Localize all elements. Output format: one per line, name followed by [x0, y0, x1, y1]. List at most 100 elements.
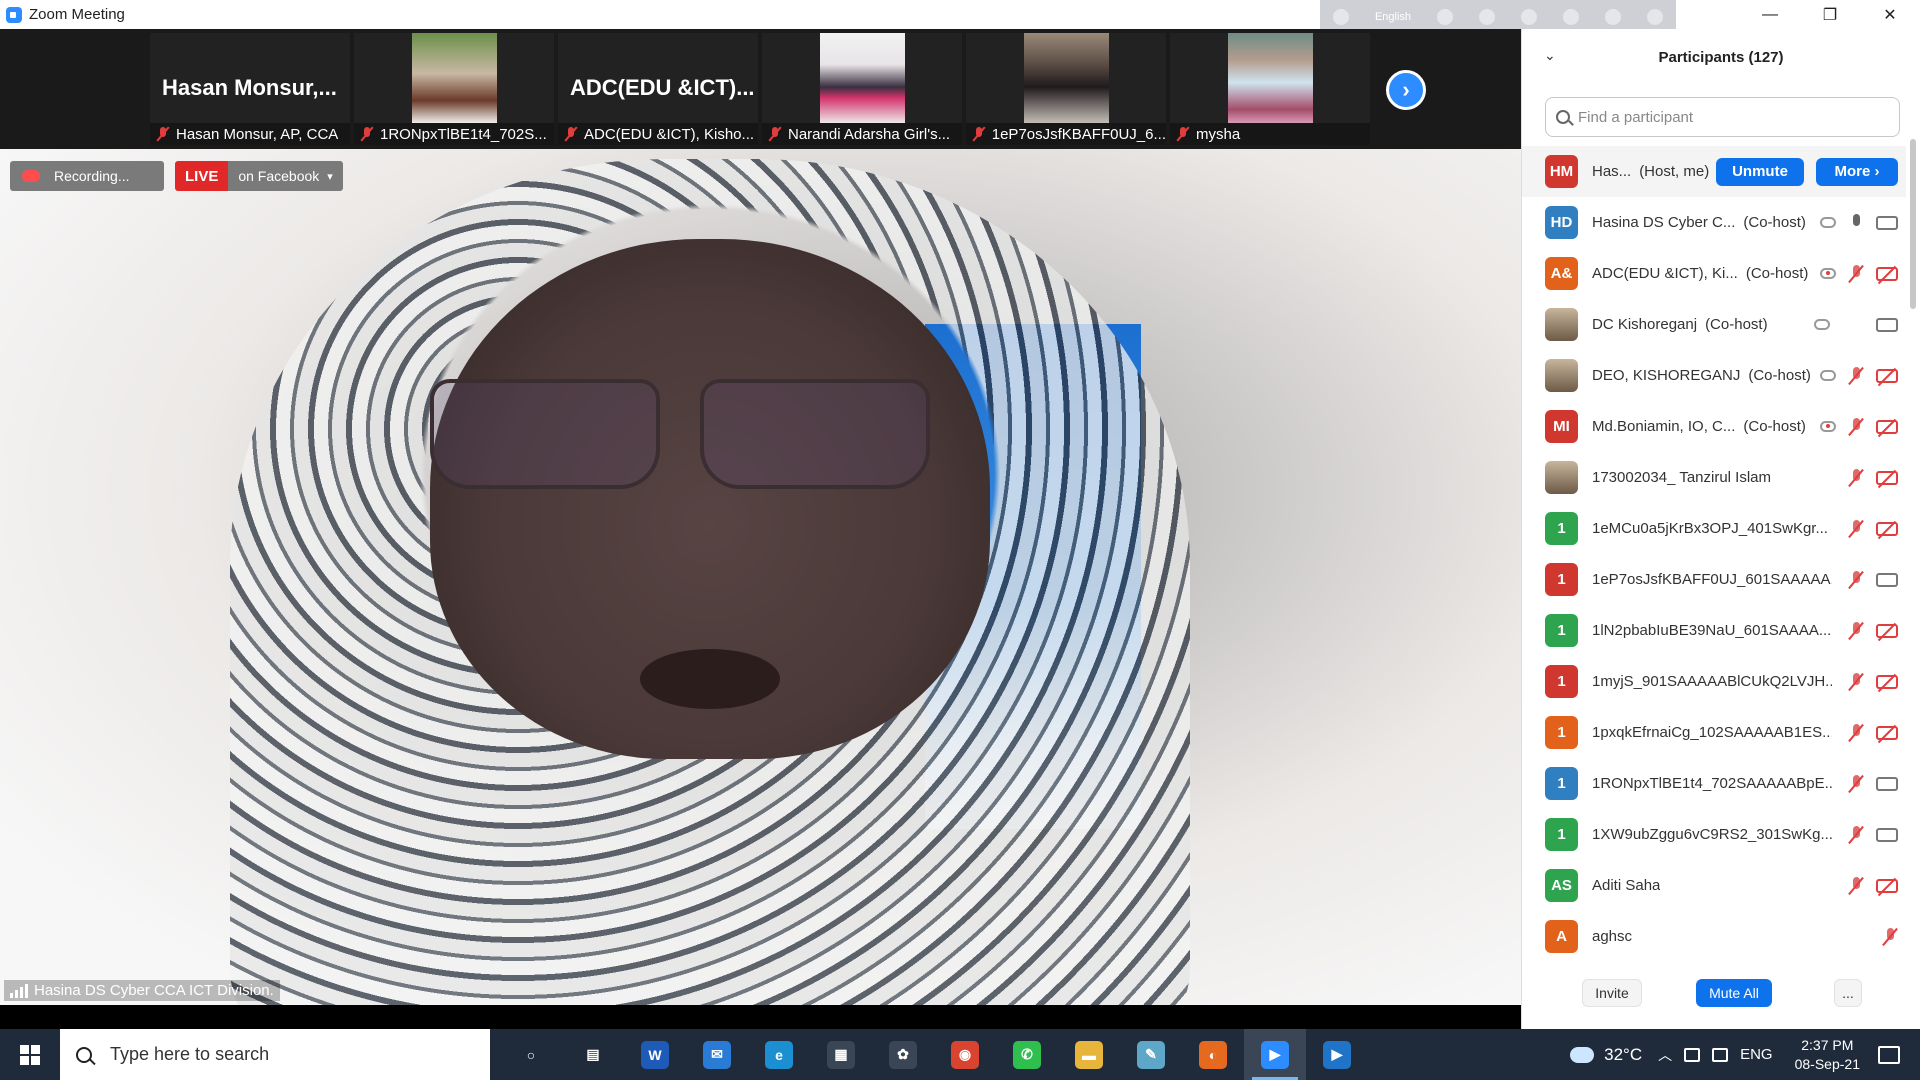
input-language[interactable]: ENG — [1740, 1046, 1773, 1063]
participant-row[interactable]: DC Kishoreganj (Co-host) — [1522, 299, 1906, 350]
participant-row[interactable]: MI Md.Boniamin, IO, C... (Co-host) — [1522, 401, 1906, 452]
more-button[interactable]: More › — [1816, 157, 1898, 186]
show-hidden-icons-icon[interactable]: ︿ — [1658, 1045, 1672, 1065]
battery-icon[interactable] — [1712, 1047, 1729, 1062]
video-thumb[interactable]: 1RONpxTlBE1t4_702S... — [354, 33, 554, 145]
taskbar-app[interactable]: ○ — [500, 1029, 562, 1080]
minimize-button[interactable]: — — [1740, 0, 1800, 29]
participant-row[interactable]: 1 1myjS_901SAAAAABlCUkQ2LVJH... — [1522, 656, 1906, 707]
mic-muted-icon[interactable] — [1848, 672, 1864, 692]
mic-muted-icon[interactable] — [1882, 927, 1898, 947]
participant-row[interactable]: 1 1pxqkEfrnaiCg_102SAAAAAB1ES... — [1522, 707, 1906, 758]
taskbar-search[interactable]: Type here to search — [60, 1029, 490, 1080]
taskbar-app[interactable]: e — [748, 1029, 810, 1080]
participant-row[interactable]: 173002034_ Tanzirul Islam — [1522, 452, 1906, 503]
video-off-icon[interactable] — [1876, 725, 1898, 740]
language-label[interactable]: English — [1375, 11, 1411, 23]
notification-icon[interactable] — [1878, 1045, 1900, 1064]
window-controls: — ❐ ✕ — [1740, 0, 1920, 29]
participant-search[interactable] — [1545, 97, 1900, 137]
mic-muted-icon[interactable] — [1848, 519, 1864, 539]
maximize-button[interactable]: ❐ — [1800, 0, 1860, 29]
mic-muted-icon[interactable] — [1848, 417, 1864, 437]
taskbar-app[interactable]: ✎ — [1120, 1029, 1182, 1080]
video-off-icon[interactable] — [1876, 878, 1898, 893]
more-options-button[interactable]: ... — [1834, 979, 1862, 1007]
video-icon[interactable] — [1876, 317, 1898, 332]
taskbar-app[interactable]: ▬ — [1058, 1029, 1120, 1080]
invite-button[interactable]: Invite — [1582, 979, 1642, 1007]
video-icon[interactable] — [1876, 572, 1898, 587]
participant-scrollbar[interactable] — [1910, 139, 1916, 309]
video-off-icon[interactable] — [1876, 368, 1898, 383]
clock[interactable]: 2:37 PM 08-Sep-21 — [1795, 1036, 1860, 1074]
mic-muted-icon[interactable] — [1848, 825, 1864, 845]
participant-search-input[interactable] — [1578, 108, 1878, 126]
video-icon[interactable] — [1876, 215, 1898, 230]
taskbar-app[interactable]: ▤ — [562, 1029, 624, 1080]
settings-icon[interactable] — [1521, 9, 1537, 25]
participant-row[interactable]: HD Hasina DS Cyber C... (Co-host) — [1522, 197, 1906, 248]
network-icon[interactable] — [1684, 1047, 1701, 1062]
active-speaker-video[interactable]: Recording... LIVE on Facebook Hasina DS … — [0, 149, 1521, 1005]
video-thumb[interactable]: Hasan Monsur,... Hasan Monsur, AP, CCA — [150, 33, 350, 145]
video-off-icon[interactable] — [1876, 521, 1898, 536]
collapse-panel-icon[interactable]: ⌄ — [1544, 47, 1556, 64]
cortana-icon: ○ — [526, 1046, 536, 1063]
taskbar-app[interactable]: ◐ — [1182, 1029, 1244, 1080]
video-off-icon[interactable] — [1876, 470, 1898, 485]
participant-row[interactable]: 1 1lN2pbabIuBE39NaU_601SAAAA... — [1522, 605, 1906, 656]
video-off-icon[interactable] — [1876, 623, 1898, 638]
taskbar-app[interactable]: ▶ — [1244, 1029, 1306, 1080]
participant-row[interactable]: 1 1eP7osJsfKBAFF0UJ_601SAAAAA... — [1522, 554, 1906, 605]
mic-muted-icon[interactable] — [1848, 264, 1864, 284]
video-off-icon[interactable] — [1876, 674, 1898, 689]
taskbar-app[interactable]: ▦ — [810, 1029, 872, 1080]
taskbar-app[interactable]: ✆ — [996, 1029, 1058, 1080]
taskbar-app[interactable]: ▶ — [1306, 1029, 1368, 1080]
mic-muted-icon[interactable] — [1848, 468, 1864, 488]
mute-all-button[interactable]: Mute All — [1696, 979, 1772, 1007]
video-thumb[interactable]: 1eP7osJsfKBAFF0UJ_6... — [966, 33, 1166, 145]
mic-muted-icon[interactable] — [1848, 774, 1864, 794]
mic-icon[interactable] — [1848, 213, 1864, 233]
video-icon[interactable] — [1876, 827, 1898, 842]
participant-row[interactable]: Aaghsc — [1522, 911, 1906, 962]
mic-muted-icon[interactable] — [1848, 570, 1864, 590]
mic-muted-icon[interactable] — [1848, 876, 1864, 896]
video-icon[interactable] — [1876, 776, 1898, 791]
mic-muted-icon[interactable] — [1848, 723, 1864, 743]
taskbar-app[interactable]: ✉ — [686, 1029, 748, 1080]
tool-icon[interactable] — [1479, 9, 1496, 25]
unmute-button[interactable]: Unmute — [1716, 157, 1804, 186]
video-thumb[interactable]: Narandi Adarsha Girl's... — [762, 33, 962, 145]
video-off-icon[interactable] — [1876, 266, 1898, 281]
mic-muted-icon[interactable] — [1848, 621, 1864, 641]
participant-row[interactable]: 1 1RONpxTlBE1t4_702SAAAAABpE... — [1522, 758, 1906, 809]
recording-indicator[interactable]: Recording... — [10, 161, 164, 191]
taskbar-app[interactable]: W — [624, 1029, 686, 1080]
participant-row-host[interactable]: HM Has... (Host, me) Unmute More › — [1522, 146, 1906, 197]
close-button[interactable]: ✕ — [1860, 0, 1920, 29]
tool-icon[interactable] — [1437, 9, 1454, 25]
participant-row[interactable]: 1 1XW9ubZggu6vC9RS2_301SwKg... — [1522, 809, 1906, 860]
video-off-icon[interactable] — [1876, 419, 1898, 434]
tool-icon[interactable] — [1562, 9, 1579, 25]
participant-row[interactable]: 1 1eMCu0a5jKrBx3OPJ_401SwKgr... — [1522, 503, 1906, 554]
next-page-button[interactable]: › — [1386, 70, 1426, 110]
participant-row[interactable]: A& ADC(EDU &ICT), Ki... (Co-host) — [1522, 248, 1906, 299]
weather-widget[interactable]: 32°C — [1570, 1045, 1642, 1065]
taskbar-app[interactable]: ✿ — [872, 1029, 934, 1080]
taskbar-app[interactable]: ◉ — [934, 1029, 996, 1080]
video-thumb[interactable]: ADC(EDU &ICT)... ADC(EDU &ICT), Kisho... — [558, 33, 758, 145]
video-thumb[interactable]: mysha — [1170, 33, 1370, 145]
tool-icon[interactable] — [1332, 9, 1349, 25]
participant-row[interactable]: DEO, KISHOREGANJ (Co-host) — [1522, 350, 1906, 401]
participant-row[interactable]: AS Aditi Saha — [1522, 860, 1906, 911]
help-icon[interactable] — [1604, 9, 1621, 25]
start-button[interactable] — [0, 1029, 60, 1080]
live-stream-indicator[interactable]: LIVE on Facebook — [175, 161, 343, 191]
mic-muted-icon[interactable] — [1848, 366, 1864, 386]
title-bar: Zoom Meeting English — ❐ ✕ — [0, 0, 1920, 34]
info-icon[interactable] — [1646, 9, 1663, 25]
